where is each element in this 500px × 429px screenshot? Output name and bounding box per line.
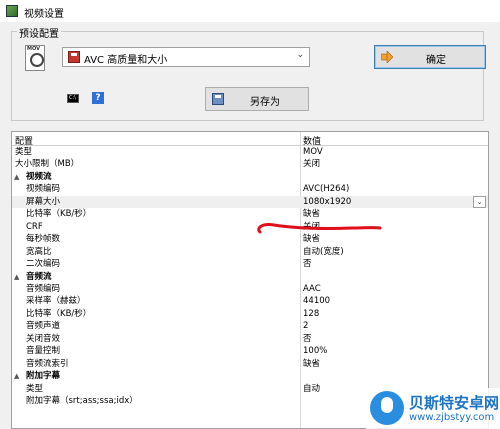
dialog-body: 预设配置 MOV AVC 高质量和大小 ⌄ 确定 C:\ ? 另存为 配置 数值… [0, 22, 500, 429]
grid-row[interactable]: 类型 MOV [12, 146, 488, 159]
window-title: 视频设置 [24, 9, 64, 20]
grid-row-label: 类型 [15, 147, 33, 157]
app-icon [6, 5, 18, 17]
grid-row-label: 音量控制 [26, 346, 61, 357]
grid-row[interactable]: 大小限制（MB） 关闭 [12, 158, 488, 171]
grid-row-label: 视频流 [26, 171, 52, 182]
grid-row-label: 比特率（KB/秒） [26, 209, 92, 220]
help-icon[interactable]: ? [92, 92, 104, 104]
grid-row[interactable]: 屏幕大小 1080x1920 [12, 195, 488, 209]
grid-row-value[interactable]: 否 [303, 259, 312, 270]
grid-row-value[interactable]: MOV [303, 147, 323, 158]
grid-row-value[interactable]: 2 [303, 321, 308, 332]
grid-row-label: 宽高比 [26, 246, 52, 257]
grid-row[interactable]: 音量控制 100% [12, 345, 488, 358]
grid-header: 配置 数值 [12, 132, 488, 147]
collapse-toggle-icon[interactable]: ▲ [14, 173, 19, 181]
mov-file-icon: MOV [25, 45, 49, 73]
grid-row-label: 附加字幕（srt;ass;ssa;idx） [26, 396, 138, 406]
grid-row-label: 音频流 [26, 271, 52, 282]
ok-button[interactable]: 确定 [374, 45, 486, 69]
grid-category-row[interactable]: ▲ 音频流 [12, 271, 488, 284]
property-grid[interactable]: 配置 数值 类型 MOV 大小限制（MB） 关闭 ▲ 视频流 视频编码 AVC(H264) 屏幕… [11, 131, 489, 429]
grid-row-label: 音频流索引 [26, 358, 69, 369]
save-as-button[interactable]: 另存为 [205, 87, 309, 111]
preset-groupbox: 预设配置 MOV AVC 高质量和大小 ⌄ 确定 C:\ ? 另存为 [11, 25, 486, 121]
grid-row-value[interactable]: 1080x1920 [303, 197, 351, 208]
grid-row[interactable]: 音频编码 AAC [12, 283, 488, 296]
grid-category-row[interactable]: ▲ 附加字幕 [12, 370, 488, 383]
grid-row-label: 二次编码 [26, 259, 61, 270]
grid-row[interactable]: 二次编码 否 [12, 258, 488, 271]
preset-select[interactable]: AVC 高质量和大小 ⌄ [62, 47, 310, 67]
chevron-down-icon[interactable]: ⌄ [296, 50, 304, 60]
grid-row-value[interactable]: 100% [303, 346, 327, 357]
collapse-toggle-icon[interactable]: ▲ [14, 372, 19, 380]
grid-row-label: 视频编码 [26, 184, 61, 195]
grid-row-label: CRF [26, 221, 43, 232]
ok-button-label: 确定 [426, 55, 446, 66]
grid-row-value[interactable]: 128 [303, 309, 319, 320]
preset-legend: 预设配置 [17, 25, 61, 40]
floppy-disk-icon [68, 51, 80, 63]
grid-row[interactable]: 音频流索引 缺省 [12, 358, 488, 371]
red-underline-annotation [257, 223, 382, 234]
grid-row-value[interactable]: AVC(H264) [303, 184, 349, 195]
preset-select-value: AVC 高质量和大小 [84, 55, 168, 66]
grid-row-value[interactable]: 自动 [303, 384, 320, 395]
grid-category-row[interactable]: ▲ 视频流 [12, 171, 488, 184]
grid-row-label: 采样率（赫兹） [26, 296, 86, 307]
grid-row[interactable]: 视频编码 AVC(H264) [12, 183, 488, 196]
watermark: 贝斯特安卓网 www.zjbstyy.com [366, 388, 500, 429]
grid-row-label: 附加字幕 [26, 371, 61, 382]
grid-row-value[interactable]: 关闭 [303, 159, 320, 170]
grid-row-label: 屏幕大小 [26, 196, 61, 207]
watermark-logo-icon [370, 391, 404, 425]
command-line-icon[interactable]: C:\ [67, 94, 79, 103]
grid-row-value[interactable]: 44100 [303, 296, 330, 307]
grid-row-label: 关闭音效 [26, 333, 61, 344]
grid-row[interactable]: 比特率（KB/秒） 128 [12, 308, 488, 321]
grid-row-value[interactable]: AAC [303, 284, 321, 295]
watermark-url: www.zjbstyy.com [409, 412, 495, 423]
grid-row-label: 大小限制（MB） [15, 159, 80, 170]
grid-row-value[interactable]: 缺省 [303, 359, 320, 370]
grid-row-label: 每秒帧数 [26, 234, 61, 245]
grid-row[interactable]: 宽高比 自动(宽度) [12, 246, 488, 259]
grid-row-label: 音频编码 [26, 283, 61, 294]
grid-row-label: 音频声道 [26, 321, 61, 332]
grid-row[interactable]: 音频声道 2 [12, 320, 488, 333]
grid-row-label: 比特率（KB/秒） [26, 308, 92, 319]
watermark-title: 贝斯特安卓网 [409, 394, 500, 412]
save-as-label: 另存为 [250, 97, 280, 108]
grid-row-value[interactable]: 自动(宽度) [303, 247, 344, 258]
grid-row[interactable]: 关闭音效 否 [12, 333, 488, 346]
command-line-icon-text: C:\ [69, 95, 76, 101]
grid-row-label: 类型 [26, 383, 44, 394]
collapse-toggle-icon[interactable]: ▲ [14, 273, 19, 281]
grid-row[interactable]: 采样率（赫兹） 44100 [12, 295, 488, 308]
grid-row-value[interactable]: 否 [303, 334, 312, 345]
row-dropdown-chevron-icon[interactable]: ⌄ [473, 195, 486, 208]
title-bar: 视频设置 [0, 0, 500, 22]
